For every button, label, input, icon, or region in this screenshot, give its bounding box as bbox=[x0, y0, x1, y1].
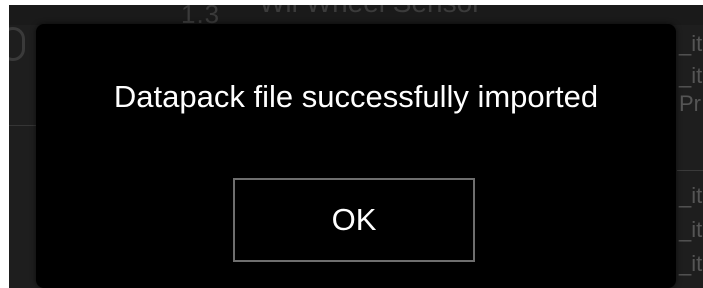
background-list-item: _it bbox=[679, 63, 703, 88]
background-right-divider bbox=[677, 170, 703, 171]
ok-button[interactable]: OK bbox=[233, 178, 475, 262]
background-partial-icon bbox=[9, 27, 25, 61]
background-list-item: _it bbox=[679, 251, 703, 276]
background-divider bbox=[9, 125, 39, 126]
dialog-message: Datapack file successfully imported bbox=[113, 79, 599, 114]
background-list-item: _it bbox=[679, 31, 703, 56]
import-success-dialog: Datapack file successfully imported OK bbox=[36, 24, 676, 288]
background-list-item: Pr bbox=[679, 91, 701, 116]
background-list-item: _it bbox=[679, 183, 703, 208]
background-title: Wii Wheel Sensor bbox=[259, 5, 482, 19]
screen: 1.3 Wii Wheel Sensor _it _it Pr _it _it … bbox=[0, 0, 703, 288]
background-list-item: _it bbox=[679, 217, 703, 242]
